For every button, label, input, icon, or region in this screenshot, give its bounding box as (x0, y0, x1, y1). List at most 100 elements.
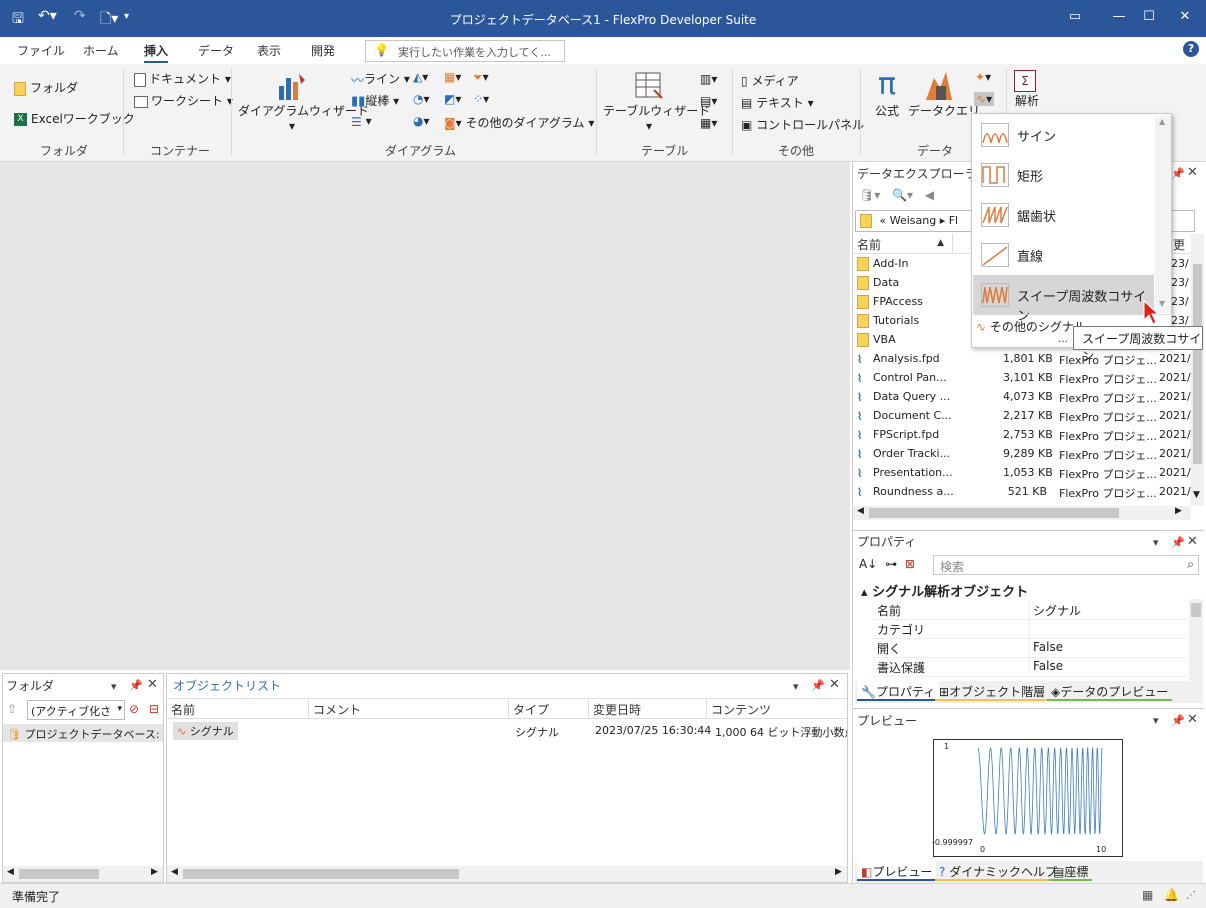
tab-file[interactable]: ファイル (17, 42, 65, 59)
folder-hscroll[interactable]: ◀ ▶ (3, 866, 163, 882)
pane-menu-icon[interactable]: ▾ (1153, 536, 1159, 549)
horizontal-bar-button[interactable]: ☰ ▾ (351, 114, 372, 129)
sort-icon[interactable]: A↓ (859, 557, 877, 571)
sweep-cosine-item[interactable]: スイープ周波数コサイン (973, 275, 1154, 324)
sine-item[interactable]: サイン (973, 115, 1154, 155)
tab-data-preview[interactable]: ◈データのプレビュー (1047, 681, 1173, 701)
tab-preview[interactable]: ◧プレビュー (857, 861, 937, 881)
table-grid-button[interactable]: ▦▾ (700, 116, 717, 130)
explorer-file-row[interactable]: ⌇ Data Query ... 4,073 KB FlexPro プロジェ... 20… (857, 390, 1191, 409)
text-button[interactable]: ▤ テキスト ▾ (741, 94, 814, 111)
folder-filter-combo[interactable]: (アクティブ化さ ▾ (27, 700, 125, 720)
database-icon[interactable]: 🛢▾ (859, 188, 880, 202)
tab-home[interactable]: ホーム (83, 42, 119, 59)
tab-view[interactable]: 表示 (257, 42, 281, 59)
restore-ribbon-icon[interactable]: ▭ (1060, 6, 1090, 28)
worksheet-button[interactable]: ワークシート ▾ (134, 92, 233, 109)
pin-icon[interactable]: 📌 (129, 679, 143, 692)
col-date[interactable]: 更 (1169, 234, 1193, 254)
table-wizard-button[interactable]: テーブルウィザード ▾ (603, 70, 710, 133)
table-row-button[interactable]: ▤▾ (700, 94, 717, 108)
close-button[interactable]: ✕ (1170, 6, 1200, 28)
analysis-button[interactable]: Σ 解析 (1014, 70, 1040, 109)
col-content[interactable]: コンテンツ (707, 699, 847, 719)
control-panel-button[interactable]: ▣ コントロールパネル (741, 116, 864, 133)
bar-diagram-button[interactable]: ▮▮縦棒 ▾ (351, 92, 399, 109)
formula-button[interactable]: π 公式 (870, 68, 904, 119)
tab-properties[interactable]: 🔧プロパティ (857, 681, 940, 701)
sawtooth-item[interactable]: 鋸歯状 (973, 195, 1154, 235)
explorer-file-row[interactable]: ⌇ Presentation... 1,053 KB FlexPro プロジェ... 2… (857, 466, 1191, 485)
pie-chart-button[interactable]: ◕▾ (413, 114, 430, 128)
line-item[interactable]: 直線 (973, 235, 1154, 275)
col-name[interactable]: 名前 ▲ (853, 234, 953, 254)
object-list-row[interactable]: ∿ シグナル シグナル 2023/07/25 16:30:44 1,000 64… (167, 722, 847, 740)
line-diagram-button[interactable]: 〰ライン ▾ (351, 70, 410, 89)
folder-tree-item[interactable]: 🛢 プロジェクトデータベース: 'プロジ (3, 724, 163, 742)
properties-vscroll[interactable] (1189, 599, 1203, 681)
polar-chart-button[interactable]: ◔▾ (413, 92, 430, 106)
pane-menu-icon[interactable]: ▾ (111, 680, 117, 693)
tab-insert[interactable]: 挿入 (144, 42, 169, 63)
col-comment[interactable]: コメント (309, 699, 509, 719)
close-pane-icon[interactable]: ✕ (829, 677, 840, 692)
pin-icon[interactable]: 📌 (1171, 167, 1185, 180)
explorer-hscroll[interactable]: ◀ ▶ (853, 506, 1191, 520)
pin-icon[interactable]: 📌 (1171, 714, 1185, 727)
close-pane-icon[interactable]: ✕ (1187, 534, 1198, 549)
table-column-button[interactable]: ▥▾ (700, 72, 717, 86)
signal-series-button[interactable]: ∿▾ (974, 92, 995, 106)
help-icon[interactable]: ? (1183, 41, 1199, 57)
search-icon[interactable]: 🔍▾ (892, 188, 913, 202)
signal-button[interactable]: ✦▾ (975, 70, 991, 84)
explorer-file-row[interactable]: ⌇ FPScript.fpd 2,753 KB FlexPro プロジェ... 2021… (857, 428, 1191, 447)
explorer-vscroll[interactable]: ▼ (1191, 234, 1204, 506)
dropdown-scroll[interactable]: ▲ ▼ (1155, 115, 1171, 313)
folder-action2-icon[interactable]: ⊟ (149, 702, 159, 716)
close-pane-icon[interactable]: ✕ (1187, 712, 1198, 727)
tab-dynamic-help[interactable]: ? ダイナミックヘルプ (935, 861, 1061, 881)
maximize-button[interactable]: ☐ (1134, 6, 1164, 28)
filter-icon[interactable]: ⊠ (905, 557, 915, 571)
property-row[interactable]: 開く False (873, 639, 1187, 658)
tab-object-hierarchy[interactable]: ⊞オブジェクト階層 (935, 681, 1050, 701)
close-pane-icon[interactable]: ✕ (147, 677, 158, 692)
explorer-file-row[interactable]: ⌇ Order Tracki... 9,289 KB FlexPro プロジェ... 2… (857, 447, 1191, 466)
tab-develop[interactable]: 開発 (311, 42, 335, 59)
back-icon[interactable]: ◀ (925, 188, 934, 202)
tell-me-input[interactable]: 💡 実行したい作業を入力してく... (365, 40, 565, 62)
col-modified[interactable]: 変更日時 (589, 699, 707, 719)
status-calc-icon[interactable]: ▦ (1142, 888, 1153, 902)
properties-search-input[interactable]: 検索 ⌕ (933, 555, 1199, 575)
pin-icon[interactable]: 📌 (811, 679, 825, 692)
object-list-hscroll[interactable]: ◀ ▶ (167, 866, 847, 882)
funnel-chart-button[interactable]: ⏷▾ (473, 70, 489, 85)
rectangle-item[interactable]: 矩形 (973, 155, 1154, 195)
minimize-button[interactable]: — (1104, 6, 1134, 28)
close-pane-icon[interactable]: ✕ (1187, 165, 1198, 180)
notification-bell-icon[interactable]: 🔔 (1164, 888, 1179, 902)
pane-menu-icon[interactable]: ▾ (793, 680, 799, 693)
document-button[interactable]: ドキュメント ▾ (134, 70, 231, 87)
tab-coordinates[interactable]: ▤座標 (1049, 861, 1093, 881)
surface-chart-button[interactable]: ◩▾ (444, 92, 461, 106)
diagram-wizard-button[interactable]: ダイアグラムウィザード ▾ (238, 70, 369, 133)
folder-action-icon[interactable]: ⊘ (129, 702, 139, 716)
explorer-file-row[interactable]: ⌇ Document C... 2,217 KB FlexPro プロジェ... 202… (857, 409, 1191, 428)
other-diagrams-button[interactable]: ◙▾ その他のダイアグラム ▾ (444, 114, 594, 131)
explorer-file-row[interactable]: ⌇ Analysis.fpd 1,801 KB FlexPro プロジェ... 2021… (857, 352, 1191, 371)
scatter-chart-button[interactable]: ⁘▾ (473, 92, 489, 106)
folder-button[interactable]: フォルダ (14, 79, 78, 96)
up-folder-icon[interactable]: ⇧ (7, 702, 17, 716)
pin-icon[interactable]: 📌 (1171, 536, 1185, 549)
media-button[interactable]: ▯ メディア (741, 72, 799, 89)
grid-chart-button[interactable]: ▦▾ (444, 70, 461, 84)
property-row[interactable]: 名前 シグナル (873, 601, 1187, 620)
explorer-file-row[interactable]: ⌇ Roundness a... 521 KB FlexPro プロジェ... 2021… (857, 485, 1191, 504)
category-icon[interactable]: ⊶ (885, 557, 897, 571)
data-query-button[interactable]: データクエリ (908, 68, 980, 119)
tab-data[interactable]: データ (198, 42, 234, 59)
col-type[interactable]: タイプ (509, 699, 589, 719)
explorer-file-row[interactable]: ⌇ Control Pan... 3,101 KB FlexPro プロジェ... 20… (857, 371, 1191, 390)
pane-menu-icon[interactable]: ▾ (1153, 714, 1159, 727)
